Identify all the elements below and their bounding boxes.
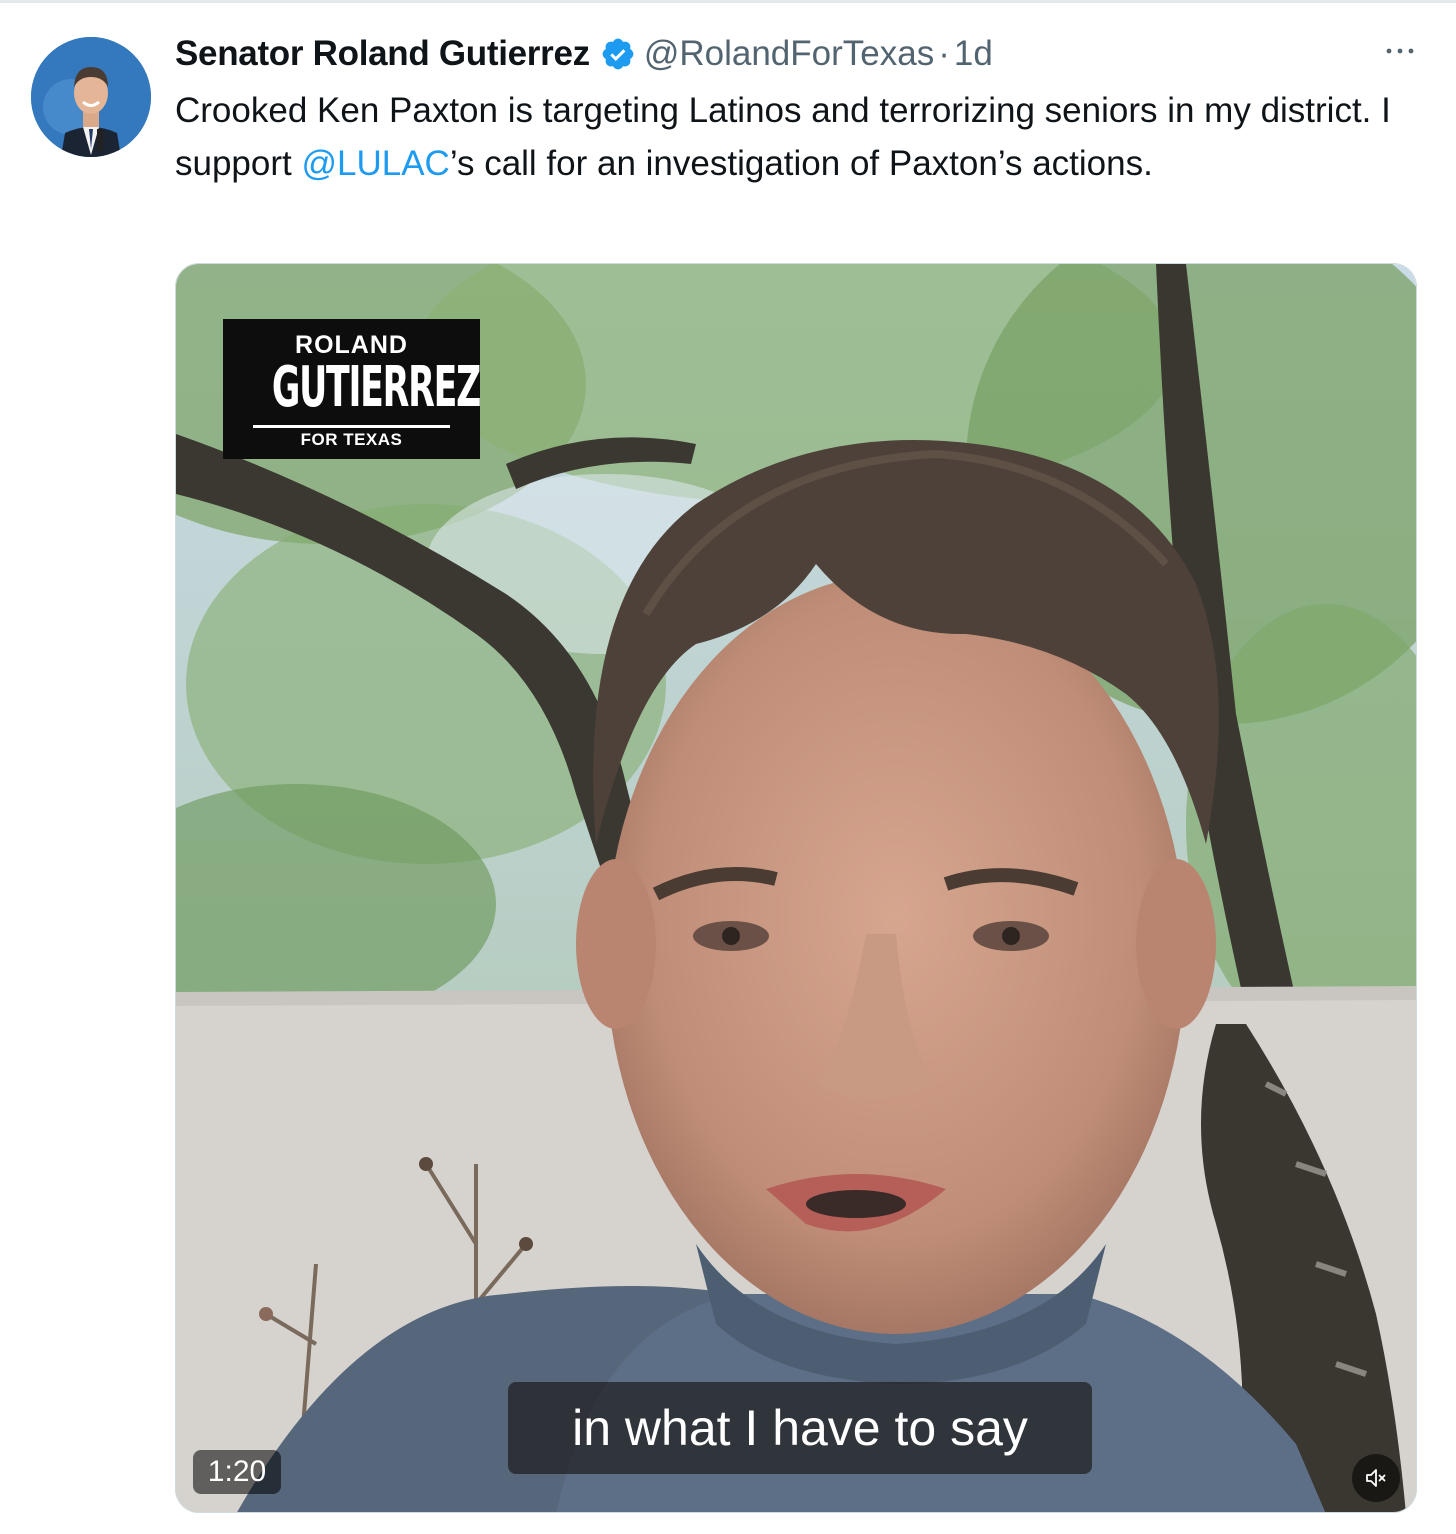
mention-link[interactable]: @LULAC bbox=[301, 144, 449, 183]
video-caption: in what I have to say bbox=[508, 1382, 1092, 1474]
tweet-header: Senator Roland Gutierrez @RolandForTexas… bbox=[175, 26, 993, 82]
more-options-icon[interactable] bbox=[1380, 36, 1420, 66]
logo-line-3: FOR TEXAS bbox=[300, 430, 403, 449]
logo-line-2: GUTIERREZ bbox=[271, 355, 481, 420]
speaker-muted-icon bbox=[1366, 1469, 1386, 1487]
author-display-name[interactable]: Senator Roland Gutierrez bbox=[175, 34, 590, 74]
verified-badge-icon bbox=[602, 38, 634, 70]
tweet-text-part-2: ’s call for an investigation of Paxton’s… bbox=[449, 144, 1153, 183]
video-duration-badge: 1:20 bbox=[193, 1450, 281, 1494]
campaign-logo: ROLAND GUTIERREZ FOR TEXAS bbox=[223, 319, 481, 459]
tweet-card[interactable]: Senator Roland Gutierrez @RolandForTexas… bbox=[0, 0, 1456, 1534]
author-handle[interactable]: @RolandForTexas bbox=[644, 34, 934, 74]
tweet-text: Crooked Ken Paxton is targeting Latinos … bbox=[175, 84, 1405, 190]
header-separator: · bbox=[938, 34, 950, 73]
mute-button[interactable] bbox=[1352, 1454, 1400, 1502]
tweet-age[interactable]: 1d bbox=[954, 34, 993, 74]
video-player[interactable]: ROLAND GUTIERREZ FOR TEXAS in what I hav… bbox=[175, 263, 1417, 1513]
avatar-photo bbox=[31, 37, 151, 157]
logo-divider bbox=[253, 425, 450, 428]
avatar[interactable] bbox=[31, 37, 151, 157]
